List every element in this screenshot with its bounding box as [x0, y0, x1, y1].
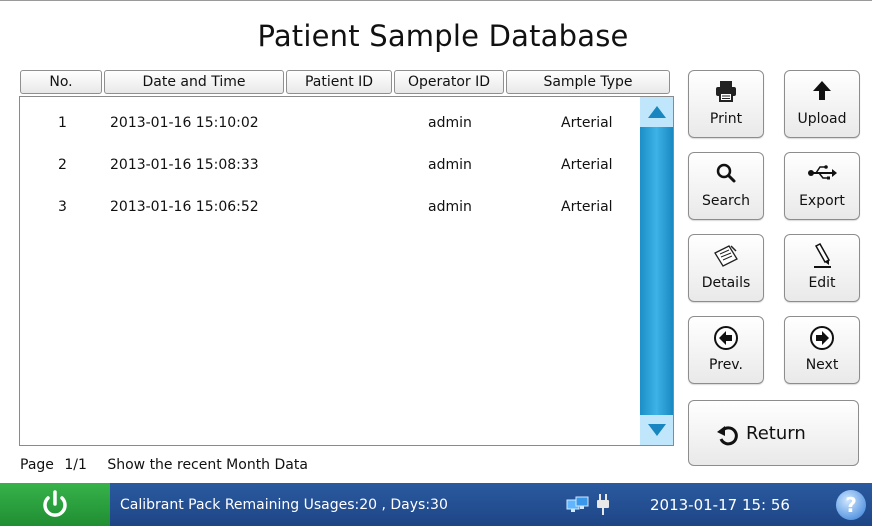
- next-label: Next: [805, 357, 839, 373]
- prev-button[interactable]: Prev.: [688, 316, 764, 384]
- column-header-datetime[interactable]: Date and Time: [104, 70, 284, 94]
- status-datetime: 2013-01-17 15: 56: [650, 496, 790, 514]
- page-label: Page: [20, 457, 54, 473]
- table-row[interactable]: 3 2013-01-16 15:06:52 admin Arterial: [20, 195, 640, 219]
- row-operator-id: admin: [428, 115, 472, 131]
- scrollbar[interactable]: [640, 97, 673, 445]
- details-label: Details: [701, 275, 751, 291]
- usb-icon: [785, 161, 859, 187]
- printer-icon: [689, 79, 763, 105]
- edit-label: Edit: [808, 275, 836, 291]
- table-row[interactable]: 1 2013-01-16 15:10:02 admin Arterial: [20, 111, 640, 135]
- page-title: Patient Sample Database: [257, 19, 629, 53]
- upload-label: Upload: [797, 111, 847, 127]
- row-no: 2: [58, 157, 67, 173]
- row-sample-type: Arterial: [561, 115, 613, 131]
- sample-list[interactable]: 1 2013-01-16 15:10:02 admin Arterial 2 2…: [19, 96, 674, 446]
- return-arrow-icon: [716, 423, 740, 451]
- details-button[interactable]: Details: [688, 234, 764, 302]
- export-button[interactable]: Export: [784, 152, 860, 220]
- notepad-icon: [689, 243, 763, 269]
- arrow-up-icon: [785, 79, 859, 105]
- next-button[interactable]: Next: [784, 316, 860, 384]
- column-header-sample-type[interactable]: Sample Type: [506, 70, 670, 94]
- help-icon[interactable]: ?: [836, 490, 866, 520]
- column-header-no[interactable]: No.: [20, 70, 102, 94]
- print-label: Print: [709, 111, 743, 127]
- edit-button[interactable]: Edit: [784, 234, 860, 302]
- scroll-down-button[interactable]: [640, 415, 673, 445]
- row-operator-id: admin: [428, 157, 472, 173]
- prev-label: Prev.: [709, 357, 743, 373]
- column-header-patient-id[interactable]: Patient ID: [286, 70, 392, 94]
- row-sample-type: Arterial: [561, 199, 613, 215]
- export-label: Export: [799, 193, 845, 209]
- row-datetime: 2013-01-16 15:08:33: [110, 157, 259, 173]
- row-datetime: 2013-01-16 15:06:52: [110, 199, 259, 215]
- column-header-operator-id[interactable]: Operator ID: [394, 70, 504, 94]
- page-info: Page 1/1 Show the recent Month Data: [20, 457, 314, 473]
- calibrant-status: Calibrant Pack Remaining Usages:20 , Day…: [120, 497, 448, 513]
- row-datetime: 2013-01-16 15:10:02: [110, 115, 259, 131]
- return-label: Return: [746, 423, 806, 444]
- circle-left-arrow-icon: [689, 325, 763, 351]
- search-label: Search: [701, 193, 751, 209]
- search-button[interactable]: Search: [688, 152, 764, 220]
- magnifier-icon: [689, 161, 763, 187]
- table-row[interactable]: 2 2013-01-16 15:08:33 admin Arterial: [20, 153, 640, 177]
- scroll-up-button[interactable]: [640, 97, 673, 127]
- power-plug-icon: [595, 493, 611, 521]
- row-no: 1: [58, 115, 67, 131]
- power-icon: [43, 490, 67, 517]
- page-number: 1/1: [64, 457, 87, 473]
- filter-text[interactable]: Show the recent Month Data: [107, 457, 308, 473]
- circle-right-arrow-icon: [785, 325, 859, 351]
- upload-button[interactable]: Upload: [784, 70, 860, 138]
- row-operator-id: admin: [428, 199, 472, 215]
- status-bar: Calibrant Pack Remaining Usages:20 , Day…: [0, 483, 872, 526]
- pencil-icon: [785, 243, 859, 269]
- triangle-up-icon: [648, 106, 666, 118]
- print-button[interactable]: Print: [688, 70, 764, 138]
- power-button[interactable]: [0, 483, 110, 526]
- row-no: 3: [58, 199, 67, 215]
- triangle-down-icon: [648, 424, 666, 436]
- network-icon: [566, 495, 590, 519]
- app-window: Patient Sample Database No. Date and Tim…: [0, 0, 872, 526]
- row-sample-type: Arterial: [561, 157, 613, 173]
- return-button[interactable]: Return: [688, 400, 859, 466]
